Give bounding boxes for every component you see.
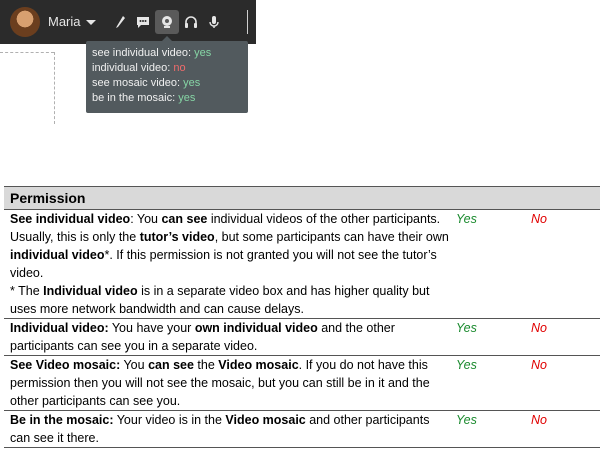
microphone-icon[interactable] bbox=[202, 10, 226, 34]
dashed-line-horizontal bbox=[0, 52, 54, 53]
table-row: See individual video: You can see indivi… bbox=[4, 210, 600, 319]
no-label: No bbox=[531, 413, 547, 427]
webcam-icon[interactable] bbox=[155, 10, 179, 34]
tooltip-line: see individual video: yes bbox=[92, 47, 211, 59]
tooltip-value: no bbox=[173, 62, 186, 74]
chevron-down-icon[interactable] bbox=[86, 20, 96, 25]
brush-icon[interactable] bbox=[108, 10, 132, 34]
yes-label: Yes bbox=[456, 212, 477, 226]
yes-label: Yes bbox=[456, 358, 477, 372]
row-description: See individual video: You can see indivi… bbox=[10, 212, 449, 316]
tooltip-line: see mosaic video: yes bbox=[92, 77, 200, 89]
tooltip-line: individual video: no bbox=[92, 62, 186, 74]
no-label: No bbox=[531, 212, 547, 226]
yes-label: Yes bbox=[456, 413, 477, 427]
tooltip-value: yes bbox=[194, 47, 212, 59]
no-label: No bbox=[531, 321, 547, 335]
permissions-tooltip: see individual video: yes individual vid… bbox=[86, 36, 248, 113]
row-description: Be in the mosaic: Your video is in the V… bbox=[10, 413, 430, 445]
tooltip-label: individual video: bbox=[92, 62, 171, 74]
no-label: No bbox=[531, 358, 547, 372]
dashed-line-vertical bbox=[54, 52, 55, 124]
table-row: Individual video: You have your own indi… bbox=[4, 319, 600, 356]
user-avatar[interactable] bbox=[10, 7, 40, 37]
table-row: Be in the mosaic: Your video is in the V… bbox=[4, 411, 600, 448]
tooltip-value: yes bbox=[183, 77, 201, 89]
tooltip-label: see individual video: bbox=[92, 47, 192, 59]
chat-icon[interactable] bbox=[131, 10, 155, 34]
permission-table: Permission See individual video: You can… bbox=[4, 186, 600, 448]
tooltip-value: yes bbox=[178, 92, 196, 104]
row-description: Individual video: You have your own indi… bbox=[10, 321, 395, 353]
tooltip-line: be in the mosaic: yes bbox=[92, 92, 195, 104]
yes-label: Yes bbox=[456, 321, 477, 335]
headphones-icon[interactable] bbox=[179, 10, 203, 34]
table-header: Permission bbox=[4, 186, 600, 210]
table-row: See Video mosaic: You can see the Video … bbox=[4, 356, 600, 411]
tooltip-label: be in the mosaic: bbox=[92, 92, 176, 104]
tooltip-label: see mosaic video: bbox=[92, 77, 181, 89]
row-description: See Video mosaic: You can see the Video … bbox=[10, 358, 430, 408]
top-toolbar: Maria bbox=[0, 0, 256, 44]
user-name[interactable]: Maria bbox=[48, 14, 81, 29]
toolbar-separator bbox=[247, 10, 248, 34]
